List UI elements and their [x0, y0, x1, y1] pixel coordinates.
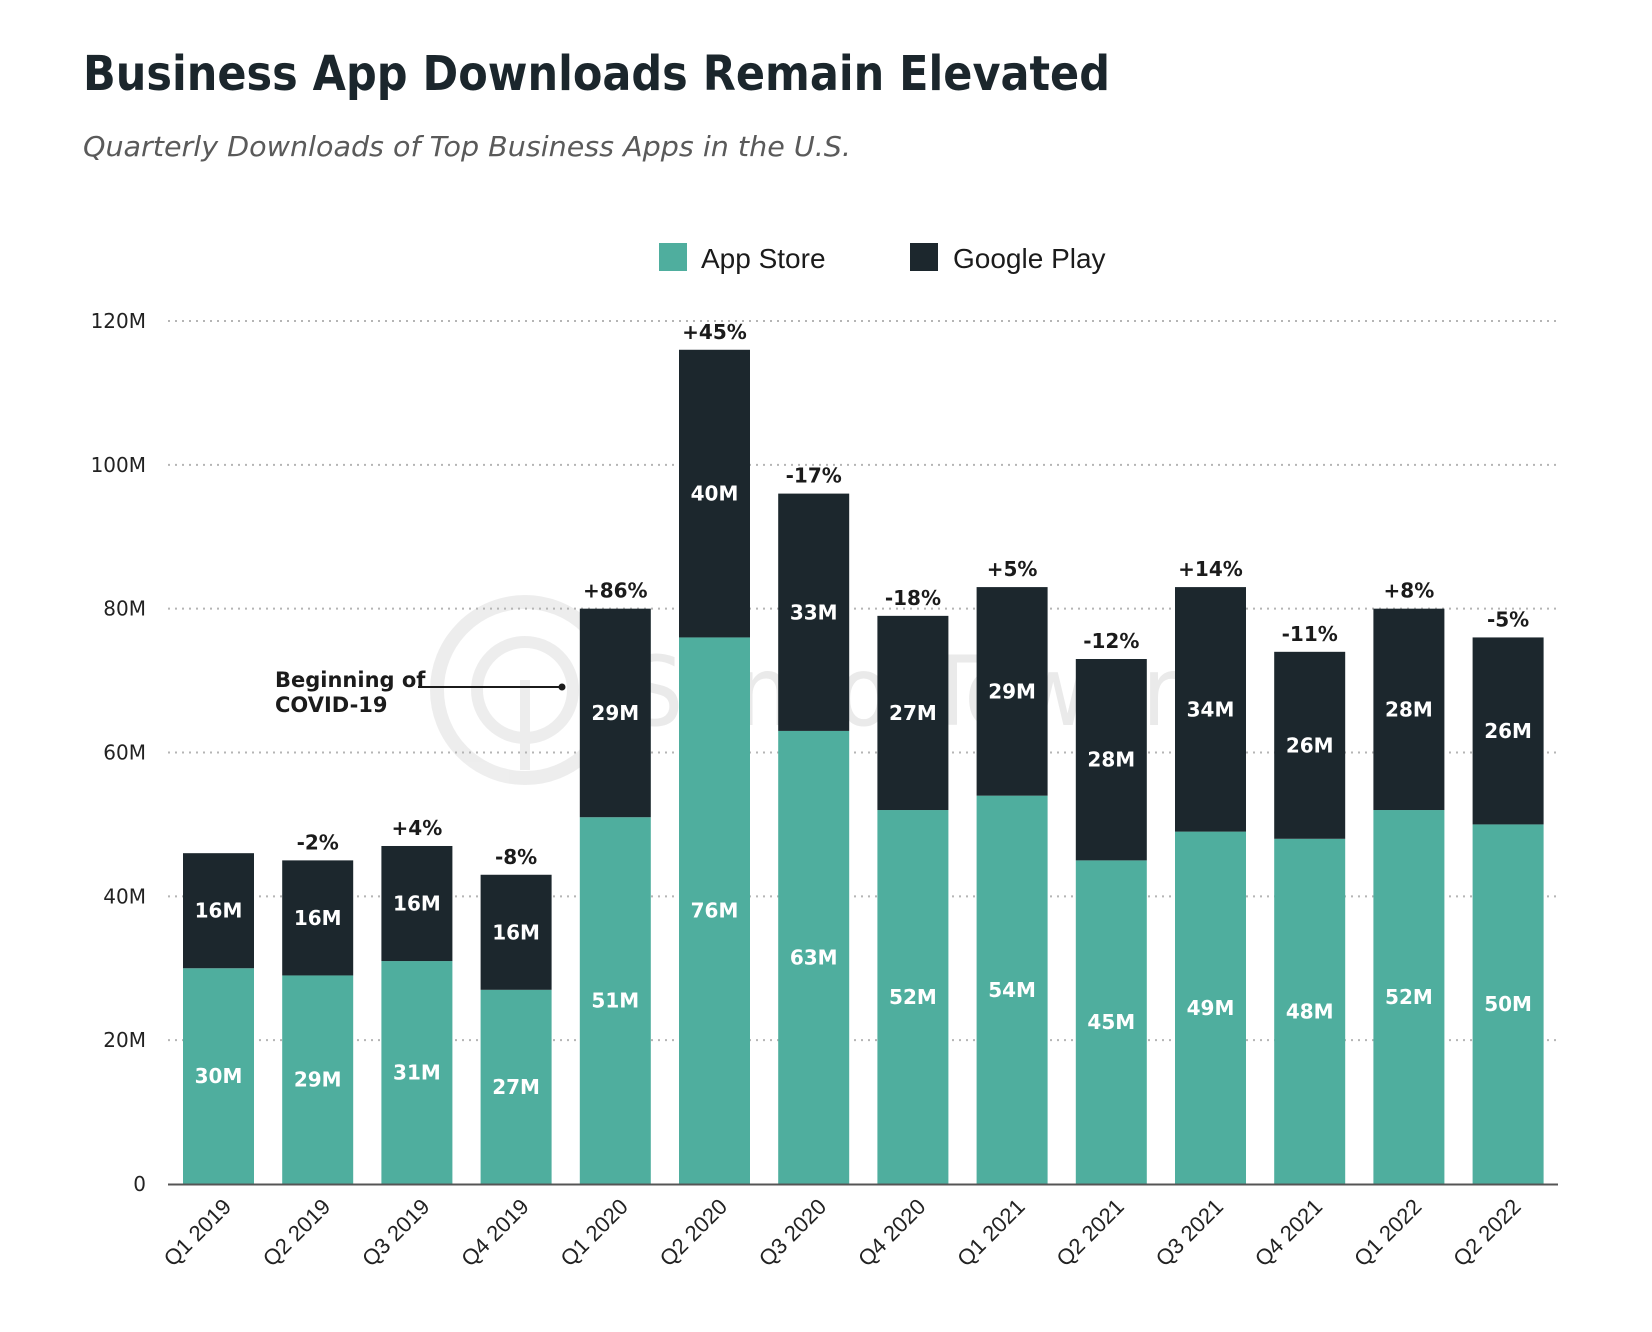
- legend-swatch-app-store: [659, 243, 687, 271]
- value-label-google-play: 27M: [889, 701, 937, 725]
- change-label: +4%: [392, 816, 443, 840]
- value-label-app-store: 52M: [1385, 985, 1433, 1009]
- value-label-google-play: 16M: [195, 899, 243, 923]
- x-axis-labels: Q1 2019 Q2 2019 Q3 2019 Q4 2019 Q1 2020 Q2 20…: [159, 1194, 1526, 1271]
- x-tick-label: Q4 2019: [456, 1194, 533, 1271]
- x-tick-label: Q2 2022: [1448, 1194, 1525, 1271]
- change-label: +86%: [583, 579, 648, 603]
- x-tick-label: Q2 2020: [655, 1194, 732, 1271]
- change-label: -12%: [1083, 629, 1139, 653]
- x-tick-label: Q1 2020: [555, 1194, 632, 1271]
- x-tick-label: Q2 2019: [258, 1194, 335, 1271]
- x-tick-label: Q2 2021: [1051, 1194, 1128, 1271]
- change-label: -5%: [1487, 607, 1529, 631]
- bar-group: 30M 16M: [183, 853, 254, 1184]
- value-label-google-play: 40M: [691, 482, 739, 506]
- value-label-google-play: 34M: [1187, 697, 1235, 721]
- value-label-app-store: 63M: [790, 945, 838, 969]
- bar-group: 50M 26M -5%: [1472, 607, 1544, 1184]
- value-label-app-store: 45M: [1087, 1010, 1135, 1034]
- change-label: -8%: [495, 845, 537, 869]
- value-label-app-store: 54M: [988, 978, 1036, 1002]
- change-label: -11%: [1282, 622, 1338, 646]
- bar-group: 29M 16M -2%: [282, 830, 354, 1184]
- y-tick-label: 60M: [103, 741, 146, 765]
- change-label: +14%: [1178, 557, 1243, 581]
- value-label-google-play: 26M: [1286, 733, 1334, 757]
- bar-group: 52M 28M +8%: [1373, 579, 1445, 1184]
- value-label-app-store: 51M: [591, 989, 639, 1013]
- value-label-app-store: 49M: [1187, 996, 1235, 1020]
- x-tick-label: Q1 2022: [1349, 1194, 1426, 1271]
- y-axis-ticks: 0 20M 40M 60M 80M 100M 120M: [91, 309, 146, 1196]
- annotation-dot: [558, 683, 566, 691]
- value-label-google-play: 29M: [591, 701, 639, 725]
- value-label-google-play: 26M: [1484, 719, 1532, 743]
- value-label-google-play: 28M: [1087, 748, 1135, 772]
- bar-group: 54M 29M +5%: [976, 557, 1048, 1184]
- x-tick-label: Q3 2021: [1151, 1194, 1228, 1271]
- x-tick-label: Q4 2021: [1250, 1194, 1327, 1271]
- value-label-google-play: 16M: [294, 906, 342, 930]
- chart-subtitle: Quarterly Downloads of Top Business Apps…: [83, 130, 851, 163]
- bar-group: 63M 33M -17%: [778, 464, 850, 1184]
- legend-label-google-play: Google Play: [953, 243, 1106, 274]
- value-label-app-store: 29M: [294, 1068, 342, 1092]
- value-label-app-store: 27M: [492, 1075, 540, 1099]
- legend-swatch-google-play: [910, 243, 938, 271]
- y-tick-label: 0: [133, 1172, 146, 1196]
- x-tick-label: Q3 2020: [754, 1194, 831, 1271]
- value-label-google-play: 29M: [988, 679, 1036, 703]
- legend-label-app-store: App Store: [701, 243, 826, 274]
- bar-group: 31M 16M +4%: [381, 816, 453, 1184]
- change-label: -18%: [885, 586, 941, 610]
- bar-group: 45M 28M -12%: [1075, 629, 1147, 1184]
- change-label: +45%: [682, 320, 747, 344]
- x-tick-label: Q1 2021: [952, 1194, 1029, 1271]
- value-label-app-store: 50M: [1484, 992, 1532, 1016]
- x-tick-label: Q3 2019: [357, 1194, 434, 1271]
- bar-group: 48M 26M -11%: [1274, 622, 1346, 1184]
- y-tick-label: 80M: [103, 597, 146, 621]
- change-label: -2%: [297, 830, 339, 854]
- value-label-app-store: 48M: [1286, 999, 1334, 1023]
- value-label-app-store: 52M: [889, 985, 937, 1009]
- y-tick-label: 120M: [91, 309, 146, 333]
- bar-group: 52M 27M -18%: [877, 586, 949, 1184]
- y-tick-label: 40M: [103, 884, 146, 908]
- x-tick-label: Q1 2019: [159, 1194, 236, 1271]
- value-label-google-play: 16M: [492, 920, 540, 944]
- chart-title: Business App Downloads Remain Elevated: [83, 46, 1110, 102]
- bar-group: 51M 29M +86%: [579, 579, 651, 1184]
- bar-group: 49M 34M +14%: [1175, 557, 1246, 1184]
- chart: Business App Downloads Remain Elevated Q…: [83, 46, 1558, 1271]
- value-label-app-store: 31M: [393, 1061, 441, 1085]
- bar-group: 27M 16M -8%: [480, 845, 552, 1184]
- annotation-line-2: COVID-19: [275, 693, 388, 717]
- change-label: -17%: [786, 464, 842, 488]
- bars: 30M 16M 29M 16M -2% 31M 16M +4% 27M 16M -8% 51M 29M +…: [183, 320, 1544, 1184]
- value-label-app-store: 30M: [195, 1064, 243, 1088]
- value-label-app-store: 76M: [691, 899, 739, 923]
- y-tick-label: 100M: [91, 453, 146, 477]
- bar-group: 76M 40M +45%: [679, 320, 750, 1184]
- legend: App Store Google Play: [659, 243, 1106, 274]
- value-label-google-play: 16M: [393, 892, 441, 916]
- y-tick-label: 20M: [103, 1028, 146, 1052]
- value-label-google-play: 33M: [790, 600, 838, 624]
- change-label: +5%: [987, 557, 1038, 581]
- change-label: +8%: [1384, 579, 1435, 603]
- value-label-google-play: 28M: [1385, 697, 1433, 721]
- annotation-line-1: Beginning of: [275, 668, 426, 692]
- x-tick-label: Q4 2020: [853, 1194, 930, 1271]
